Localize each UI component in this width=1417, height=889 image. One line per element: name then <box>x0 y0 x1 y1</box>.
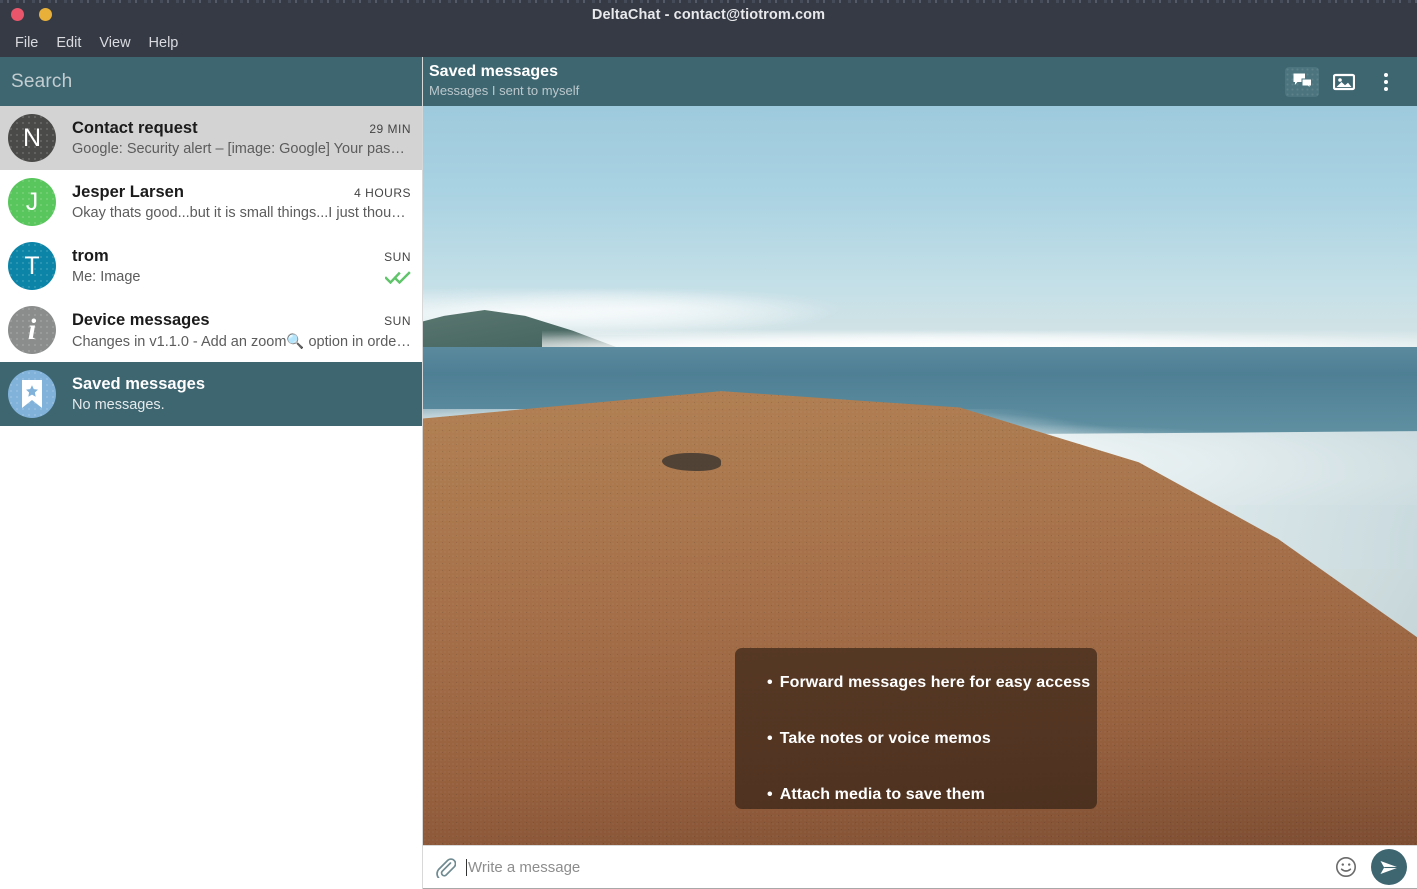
avatar-letter: J <box>25 187 39 216</box>
chat-preview: Me: Image <box>72 269 141 285</box>
main-body: Search N Contact request 29 MIN Google: … <box>0 57 1417 889</box>
search-bar[interactable]: Search <box>0 57 422 106</box>
info-bullet-0: • Forward messages here for easy access <box>767 674 1097 692</box>
chat-list-empty-space <box>0 657 422 889</box>
paperclip-icon[interactable] <box>435 857 456 878</box>
bullet-icon: • <box>767 786 773 803</box>
deltachat-window: DeltaChat - contact@tiotrom.com File Edi… <box>0 0 1417 889</box>
menu-edit[interactable]: Edit <box>48 33 89 53</box>
avatar: J <box>8 178 56 226</box>
message-input[interactable]: Write a message <box>466 858 1325 876</box>
bullet-icon: • <box>767 674 773 691</box>
chat-panel: Saved messages Messages I sent to myself <box>423 57 1417 889</box>
chat-subtitle: Messages I sent to myself <box>429 82 580 98</box>
chat-list: N Contact request 29 MIN Google: Securit… <box>0 106 422 658</box>
chat-name: Device messages <box>72 310 210 329</box>
chat-name: Jesper Larsen <box>72 183 184 201</box>
chat-name: Saved messages <box>72 375 206 393</box>
chat-list-item-saved-messages[interactable]: Saved messages No messages. <box>0 362 422 426</box>
window-title: DeltaChat - contact@tiotrom.com <box>591 6 826 23</box>
message-area: • Forward messages here for easy access … <box>423 106 1417 845</box>
close-window-button[interactable] <box>11 8 24 21</box>
send-button[interactable] <box>1371 849 1407 885</box>
chat-title: Saved messages <box>429 63 558 81</box>
titlebar-artifact-strip <box>0 0 1417 3</box>
message-composer: Write a message <box>423 845 1417 889</box>
chat-preview: Okay thats good...but it is small things… <box>72 205 411 221</box>
info-bullet-1: • Take notes or voice memos <box>767 730 1097 748</box>
smiley-icon[interactable] <box>1335 856 1357 878</box>
send-paper-plane-icon <box>1380 860 1398 874</box>
chat-preview: Changes in v1.1.0 - Add an zoom🔍 option … <box>72 333 411 350</box>
chat-list-item-device-messages[interactable]: i Device messages SUN Changes in v1.1.0 … <box>0 298 422 362</box>
gallery-image-icon[interactable] <box>1327 67 1361 97</box>
info-bullet-text: Take notes or voice memos <box>779 730 991 747</box>
avatar <box>8 370 56 418</box>
chat-header: Saved messages Messages I sent to myself <box>423 57 1417 106</box>
chat-preview: No messages. <box>72 397 165 413</box>
chat-name: Contact request <box>72 119 198 137</box>
info-bullet-text: Attach media to save them <box>779 786 985 803</box>
menu-file[interactable]: File <box>7 33 46 53</box>
menu-view[interactable]: View <box>91 33 138 53</box>
bookmark-star-icon <box>22 380 42 408</box>
window-controls <box>0 8 52 21</box>
text-caret <box>466 858 467 876</box>
double-check-icon <box>385 270 411 284</box>
chat-list-item-trom[interactable]: T trom SUN Me: Image <box>0 234 422 298</box>
bullet-icon: • <box>767 730 773 747</box>
chat-name: trom <box>72 247 109 265</box>
chat-timestamp: SUN <box>384 313 411 328</box>
avatar: i <box>8 306 56 354</box>
message-placeholder: Write a message <box>468 858 581 876</box>
three-dots <box>1384 72 1388 91</box>
chat-preview: Google: Security alert – [image: Google]… <box>72 141 411 157</box>
avatar-letter: T <box>24 251 40 280</box>
menu-bar: File Edit View Help <box>0 29 1417 57</box>
menu-help[interactable]: Help <box>141 33 187 53</box>
avatar-letter: i <box>27 313 37 346</box>
search-input[interactable]: Search <box>11 71 72 93</box>
title-bar: DeltaChat - contact@tiotrom.com <box>0 0 1417 29</box>
more-vertical-icon[interactable] <box>1369 67 1403 97</box>
chat-list-item-contact-request[interactable]: N Contact request 29 MIN Google: Securit… <box>0 106 422 170</box>
chat-header-titles[interactable]: Saved messages Messages I sent to myself <box>423 63 1285 99</box>
minimize-window-button[interactable] <box>39 8 52 21</box>
chat-timestamp: SUN <box>384 250 411 264</box>
chat-timestamp: 4 HOURS <box>354 186 411 200</box>
info-bullet-2: • Attach media to save them <box>767 786 1097 804</box>
chat-timestamp: 29 MIN <box>369 122 411 136</box>
avatar-letter: N <box>22 123 42 152</box>
chat-list-item-jesper-larsen[interactable]: J Jesper Larsen 4 HOURS Okay thats good.… <box>0 170 422 234</box>
chat-bubbles-icon[interactable] <box>1285 66 1319 97</box>
saved-messages-info-card: • Forward messages here for easy access … <box>735 648 1097 809</box>
info-bullet-text: Forward messages here for easy access <box>779 674 1091 691</box>
avatar: T <box>8 242 56 290</box>
avatar: N <box>8 114 56 162</box>
sidebar: Search N Contact request 29 MIN Google: … <box>0 57 423 889</box>
chat-header-actions <box>1285 66 1409 97</box>
